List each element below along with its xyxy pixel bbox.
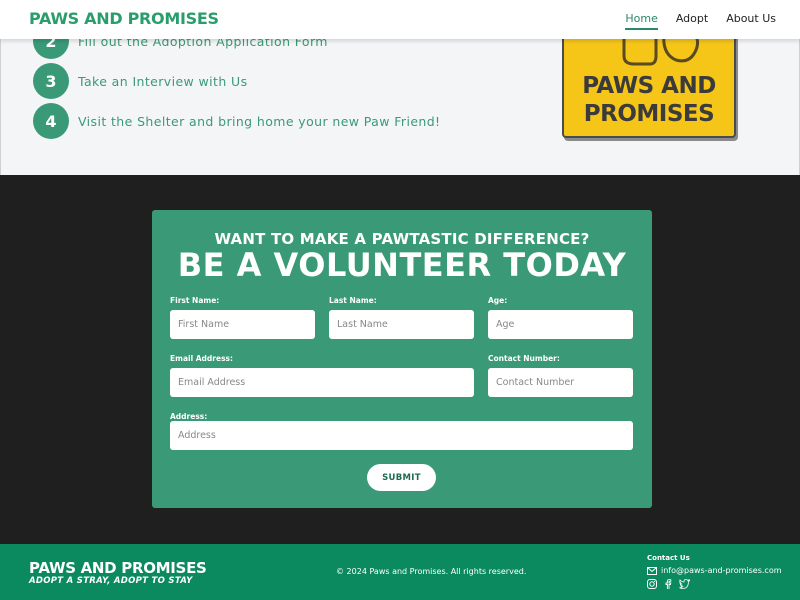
brand-logo[interactable]: PAWS AND PROMISES — [29, 9, 219, 28]
form-title: BE A VOLUNTEER TODAY — [177, 246, 627, 284]
contact-email[interactable]: info@paws-and-promises.com — [647, 566, 782, 575]
age-label: Age: — [488, 296, 508, 305]
contact-number-input[interactable] — [488, 368, 633, 397]
footer-tagline: ADOPT A STRAY, ADOPT TO STAY — [29, 576, 193, 586]
top-navbar: PAWS AND PROMISES Home Adopt About Us — [0, 0, 800, 39]
submit-button[interactable]: SUBMIT — [367, 464, 436, 491]
logo-line-1: PAWS AND — [582, 73, 716, 99]
pet-silhouette-icon — [622, 34, 700, 66]
age-input[interactable] — [488, 310, 633, 339]
mail-icon — [647, 566, 657, 575]
step-text: Visit the Shelter and bring home your ne… — [78, 113, 441, 129]
logo-line-2: PROMISES — [583, 101, 715, 127]
contact-number-label: Contact Number: — [488, 354, 560, 363]
step-item: 4 Visit the Shelter and bring home your … — [33, 103, 440, 139]
instagram-icon[interactable] — [647, 579, 657, 589]
nav-link-about-us[interactable]: About Us — [726, 12, 776, 30]
volunteer-form: WANT TO MAKE A PAWTASTIC DIFFERENCE? BE … — [152, 210, 652, 508]
facebook-icon[interactable] — [663, 579, 673, 589]
step-number: 4 — [33, 103, 69, 139]
step-item: 3 Take an Interview with Us — [33, 63, 248, 99]
last-name-input[interactable] — [329, 310, 474, 339]
email-input[interactable] — [170, 368, 474, 397]
footer-brand: PAWS AND PROMISES — [29, 559, 207, 577]
address-label: Address: — [170, 412, 208, 421]
step-text: Take an Interview with Us — [78, 73, 248, 89]
email-label: Email Address: — [170, 354, 234, 363]
twitter-icon[interactable] — [679, 579, 690, 589]
site-footer: PAWS AND PROMISES ADOPT A STRAY, ADOPT T… — [0, 544, 800, 600]
logo-text: PAWS AND PROMISES — [564, 72, 734, 128]
nav-link-home[interactable]: Home — [625, 12, 658, 30]
first-name-label: First Name: — [170, 296, 220, 305]
contact-email-text: info@paws-and-promises.com — [661, 566, 782, 575]
last-name-label: Last Name: — [329, 296, 377, 305]
contact-title: Contact Us — [647, 554, 690, 562]
copyright-text: © 2024 Paws and Promises. All rights res… — [336, 567, 527, 576]
nav-link-adopt[interactable]: Adopt — [676, 12, 708, 30]
first-name-input[interactable] — [170, 310, 315, 339]
social-links — [647, 579, 690, 589]
step-number: 3 — [33, 63, 69, 99]
nav-links: Home Adopt About Us — [625, 12, 776, 30]
address-input[interactable] — [170, 421, 633, 450]
